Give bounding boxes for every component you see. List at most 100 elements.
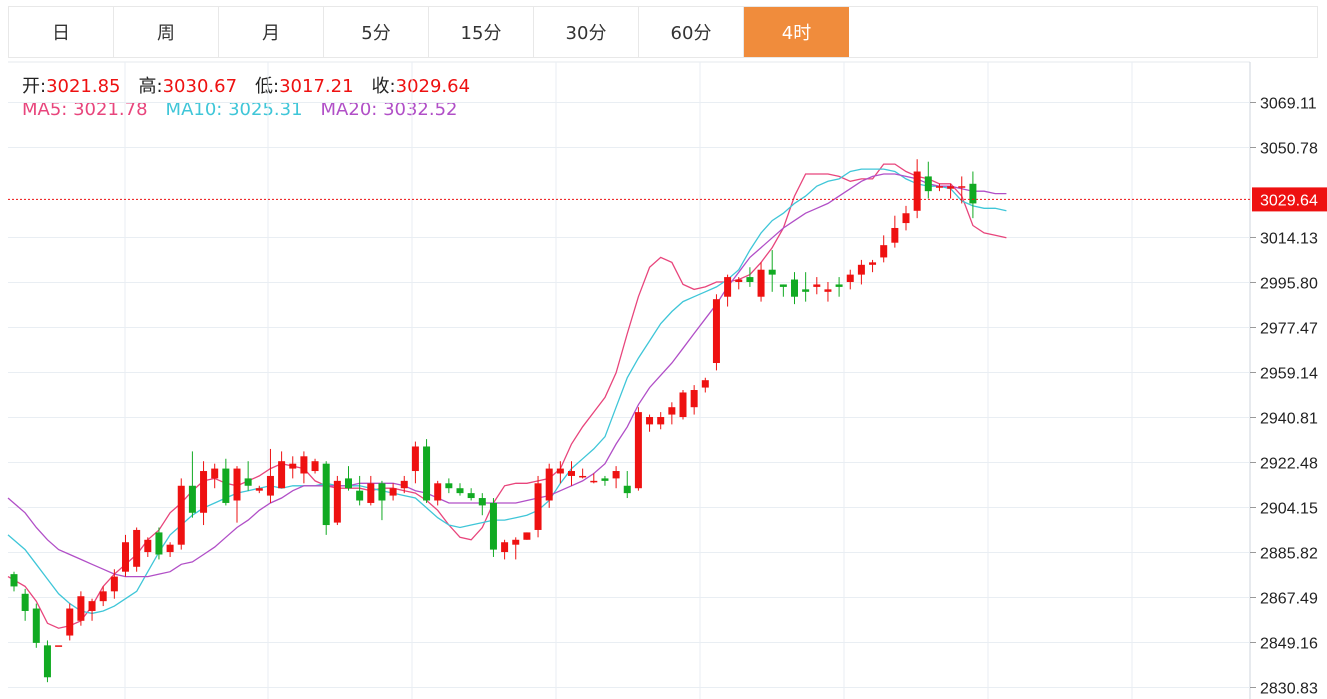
candle-body-53 <box>601 478 609 481</box>
candle-body-76 <box>857 264 865 275</box>
candle-body-80 <box>902 213 910 224</box>
candle-body-37 <box>423 446 431 501</box>
candle-body-81 <box>913 171 921 211</box>
candle-body-44 <box>501 542 509 553</box>
candle-body-54 <box>612 471 620 479</box>
candle-body-55 <box>623 485 631 494</box>
candle-body-41 <box>467 493 475 499</box>
y-tick-label-1: 3050.78 <box>1260 141 1318 158</box>
candle-body-20 <box>233 468 241 501</box>
candle-body-71 <box>802 289 810 292</box>
candle-body-13 <box>155 532 163 555</box>
candle-body-79 <box>891 227 899 243</box>
candle-body-84 <box>947 186 955 189</box>
candle-body-72 <box>813 284 821 287</box>
candle-body-69 <box>779 284 787 287</box>
candle-body-50 <box>568 471 575 476</box>
candle-body-82 <box>924 176 932 192</box>
candle-body-32 <box>367 483 375 503</box>
candle-body-75 <box>846 274 854 282</box>
y-tick-label-13: 2830.83 <box>1260 681 1318 698</box>
candle-body-66 <box>746 277 754 282</box>
y-tick-label-11: 2867.49 <box>1260 590 1318 607</box>
candle-body-57 <box>646 417 654 425</box>
candle-body-2 <box>32 608 40 643</box>
y-tick-label-10: 2885.82 <box>1260 545 1318 562</box>
candle-body-67 <box>757 269 765 297</box>
candle-body-26 <box>300 456 308 474</box>
y-tick-label-4: 2995.80 <box>1260 275 1318 292</box>
candle-body-62 <box>701 380 709 388</box>
candle-body-3 <box>43 645 51 678</box>
candle-body-83 <box>935 186 943 188</box>
candle-body-77 <box>869 262 877 265</box>
candle-body-85 <box>958 186 966 188</box>
candle-body-17 <box>200 471 208 513</box>
candle-body-12 <box>144 539 152 553</box>
kline-chart[interactable]: 3069.11 3050.78 3014.13 2995.80 2977.47 2959.… <box>0 0 1327 699</box>
candle-body-29 <box>333 480 341 523</box>
candle-body-60 <box>679 392 687 418</box>
candle-body-52 <box>590 480 598 483</box>
candle-body-34 <box>389 488 397 496</box>
candle-body-56 <box>634 412 642 489</box>
candle-body-61 <box>690 390 698 408</box>
y-tick-label-0: 3069.11 <box>1260 96 1317 113</box>
candle-body-48 <box>545 468 553 501</box>
candle-body-39 <box>445 483 453 489</box>
candle-body-14 <box>166 544 174 553</box>
candle-body-70 <box>791 279 798 297</box>
candle-body-65 <box>735 279 743 282</box>
candle-body-73 <box>824 289 832 292</box>
y-tick-label-6: 2959.14 <box>1260 365 1318 382</box>
y-tick-label-8: 2922.48 <box>1260 455 1318 472</box>
candle-body-1 <box>21 593 29 611</box>
candle-body-45 <box>512 539 520 545</box>
candle-body-7 <box>88 601 96 611</box>
candle-body-6 <box>77 596 85 621</box>
candle-body-28 <box>322 463 330 526</box>
candle-body-25 <box>289 463 297 469</box>
candle-body-5 <box>66 608 74 636</box>
candle-body-36 <box>411 446 419 472</box>
ma20-line <box>7 173 1007 578</box>
candle-body-0 <box>10 574 18 587</box>
candle-body-21 <box>244 478 252 486</box>
candle-body-64 <box>724 277 732 297</box>
candle-body-47 <box>534 483 542 530</box>
current-price-label: 3029.64 <box>1260 192 1318 209</box>
candle-body-51 <box>579 475 587 478</box>
candle-body-24 <box>278 461 286 489</box>
y-tick-label-7: 2940.81 <box>1260 410 1318 427</box>
candle-body-49 <box>556 468 564 474</box>
candle-body-10 <box>122 542 129 572</box>
candle-body-40 <box>456 488 464 494</box>
candle-body-38 <box>434 483 442 501</box>
candle-body-58 <box>657 417 665 425</box>
candle-body-74 <box>835 284 843 287</box>
candle-body-63 <box>712 299 720 364</box>
candle-body-23 <box>266 475 274 496</box>
candle-body-42 <box>478 498 486 506</box>
candle-body-46 <box>523 532 531 540</box>
y-tick-label-5: 2977.47 <box>1260 320 1318 337</box>
candle-body-16 <box>188 485 196 513</box>
y-tick-label-3: 3014.13 <box>1260 230 1318 247</box>
candle-body-22 <box>255 488 263 491</box>
candle-body-43 <box>489 502 497 550</box>
candle-body-15 <box>177 485 185 545</box>
candle-body-4 <box>55 645 63 647</box>
candle-body-31 <box>356 490 364 501</box>
candle-body-8 <box>99 591 107 602</box>
candle-body-18 <box>211 468 219 479</box>
candle-body-86 <box>969 183 977 204</box>
candle-body-27 <box>311 461 319 472</box>
ma5-line <box>7 163 1007 629</box>
y-tick-label-9: 2904.15 <box>1260 500 1318 517</box>
candle-body-11 <box>133 529 141 567</box>
candle-body-35 <box>400 480 408 489</box>
candle-body-19 <box>222 468 230 503</box>
candle-body-33 <box>378 483 386 501</box>
candle-body-59 <box>668 407 676 415</box>
y-tick-label-12: 2849.16 <box>1260 635 1318 652</box>
